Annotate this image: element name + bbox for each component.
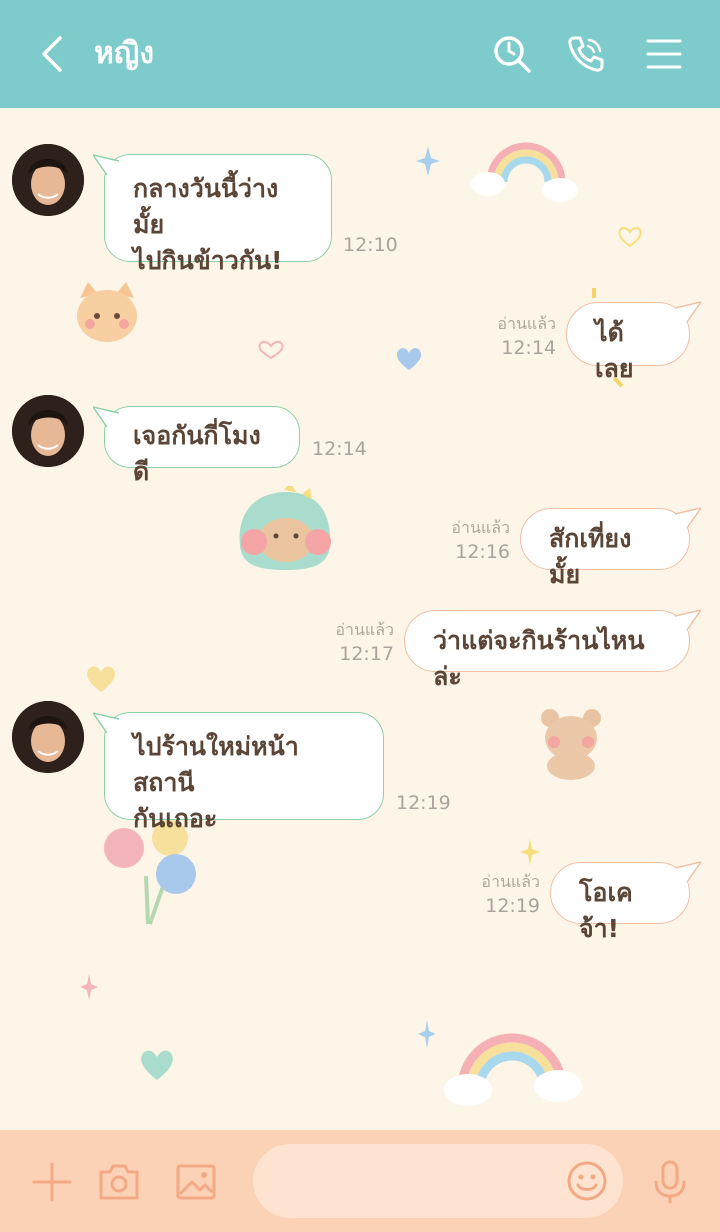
message-text-line: ไปกินข้าวกัน! xyxy=(133,246,283,275)
contact-avatar[interactable] xyxy=(12,701,84,773)
message-meta: อ่านแล้ว 12:17 xyxy=(308,618,394,666)
camera-icon[interactable] xyxy=(97,1160,141,1204)
heart-icon xyxy=(258,340,284,360)
sparkle-icon xyxy=(418,1020,436,1048)
cat-sticker-icon xyxy=(77,282,137,342)
message-time: 12:10 xyxy=(343,234,398,256)
rainbow-sticker-icon xyxy=(444,1033,582,1106)
outgoing-message-bubble[interactable]: ว่าแต่จะกินร้านไหนล่ะ xyxy=(404,609,701,691)
outgoing-message-bubble[interactable]: ได้เลย xyxy=(566,301,701,383)
emoji-icon[interactable] xyxy=(566,1160,608,1202)
message-text-line: กันเถอะ xyxy=(133,804,218,833)
bubble-tail-icon xyxy=(675,861,701,882)
bubble-tail-icon xyxy=(675,301,701,322)
heart-icon xyxy=(87,666,115,692)
chat-header: หญิง xyxy=(0,0,720,108)
rainbow-sticker-icon xyxy=(471,142,578,202)
message-text-line: ไปร้านใหม่หน้าสถานี xyxy=(133,732,299,797)
incoming-message-bubble[interactable]: กลางวันนี้ว่างมั้ย ไปกินข้าวกัน! xyxy=(93,154,332,275)
sparkle-icon xyxy=(416,146,440,176)
bubble-tail-icon xyxy=(93,712,119,733)
phone-icon[interactable] xyxy=(566,34,606,74)
heart-icon xyxy=(618,226,642,248)
message-composer xyxy=(0,1130,720,1232)
message-meta: อ่านแล้ว 12:16 xyxy=(424,516,510,564)
image-icon[interactable] xyxy=(174,1160,218,1204)
message-text: โอเคจ้า! xyxy=(579,878,633,943)
message-time: 12:17 xyxy=(339,643,394,665)
menu-icon[interactable] xyxy=(644,34,684,74)
avatar-photo-icon xyxy=(12,701,84,773)
contact-avatar[interactable] xyxy=(12,144,84,216)
plus-icon[interactable] xyxy=(30,1160,74,1204)
bubble-tail-icon xyxy=(675,609,701,630)
search-icon[interactable] xyxy=(492,34,532,74)
dinosaur-sticker-icon xyxy=(239,486,331,570)
incoming-message-bubble[interactable]: ไปร้านใหม่หน้าสถานี กันเถอะ xyxy=(93,712,384,833)
avatar-photo-icon xyxy=(12,144,84,216)
message-text-line: กลางวันนี้ว่างมั้ย xyxy=(133,174,279,239)
chat-area[interactable]: กลางวันนี้ว่างมั้ย ไปกินข้าวกัน! 12:10 อ… xyxy=(0,108,720,1130)
message-meta: อ่านแล้ว 12:14 xyxy=(470,312,556,360)
message-text: ว่าแต่จะกินร้านไหนล่ะ xyxy=(433,626,645,691)
read-receipt: อ่านแล้ว xyxy=(481,872,540,891)
bubble-tail-icon xyxy=(93,406,119,427)
message-text: สักเที่ยงมั้ย xyxy=(549,524,632,589)
message-time: 12:19 xyxy=(396,792,451,814)
sparkle-icon xyxy=(520,838,540,866)
read-receipt: อ่านแล้ว xyxy=(497,314,556,333)
contact-avatar[interactable] xyxy=(12,395,84,467)
message-time: 12:19 xyxy=(485,895,540,917)
message-text: เจอกันกี่โมงดี xyxy=(133,421,261,486)
read-receipt: อ่านแล้ว xyxy=(335,620,394,639)
bear-sticker-icon xyxy=(541,709,601,780)
heart-icon xyxy=(141,1050,173,1080)
message-time: 12:14 xyxy=(501,337,556,359)
back-chevron-icon[interactable] xyxy=(34,34,74,74)
bubble-tail-icon xyxy=(675,507,701,528)
chat-title: หญิง xyxy=(94,36,154,71)
message-text: ได้เลย xyxy=(595,318,634,383)
microphone-icon[interactable] xyxy=(648,1160,692,1204)
message-time: 12:16 xyxy=(455,541,510,563)
avatar-photo-icon xyxy=(12,395,84,467)
incoming-message-bubble[interactable]: เจอกันกี่โมงดี xyxy=(93,406,300,486)
outgoing-message-bubble[interactable]: โอเคจ้า! xyxy=(550,861,701,943)
sparkle-icon xyxy=(80,974,98,1000)
message-time: 12:14 xyxy=(312,438,367,460)
message-meta: อ่านแล้ว 12:19 xyxy=(454,870,540,918)
read-receipt: อ่านแล้ว xyxy=(451,518,510,537)
bubble-tail-icon xyxy=(93,154,119,175)
outgoing-message-bubble[interactable]: สักเที่ยงมั้ย xyxy=(520,507,701,589)
heart-icon xyxy=(396,348,422,370)
